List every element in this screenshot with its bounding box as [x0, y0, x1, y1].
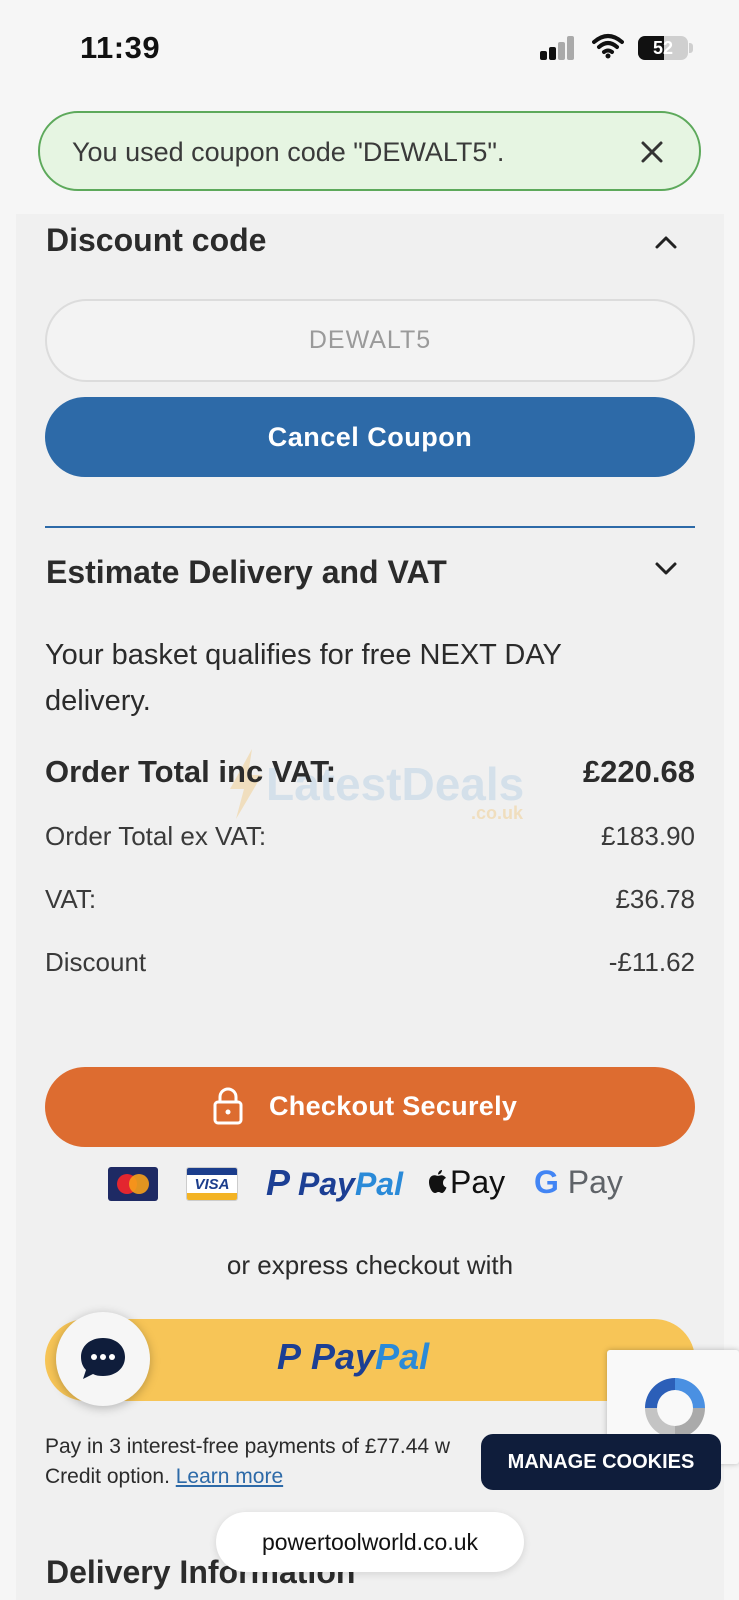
mastercard-icon	[108, 1167, 158, 1201]
order-total-ex-vat-value: £183.90	[601, 821, 695, 851]
close-icon[interactable]	[639, 139, 665, 165]
discount-code-input[interactable]	[45, 299, 695, 382]
browser-url-bar[interactable]: powertoolworld.co.uk	[216, 1512, 524, 1572]
order-total-ex-vat-label: Order Total ex VAT:	[45, 821, 267, 851]
status-time: 11:39	[80, 30, 161, 65]
discount-row: Discount -£11.62	[45, 947, 695, 987]
vat-value: £36.78	[615, 884, 695, 914]
battery-tip	[689, 43, 693, 53]
chat-button[interactable]	[56, 1312, 150, 1406]
chat-bubble-icon	[81, 1338, 125, 1379]
chevron-down-icon[interactable]	[654, 561, 678, 577]
discount-code-title: Discount code	[46, 222, 267, 258]
battery-percent: 52	[652, 38, 674, 58]
checkout-securely-button[interactable]: Checkout Securely	[45, 1067, 695, 1147]
paypal-pay-text: Pay	[298, 1166, 355, 1202]
section-divider	[45, 526, 695, 528]
discount-value: -£11.62	[608, 947, 695, 977]
checkout-label: Checkout Securely	[269, 1091, 518, 1121]
paypal-logo-icon: P PayPal	[277, 1336, 430, 1377]
google-g-text: G	[534, 1164, 559, 1200]
apple-pay-text: Pay	[450, 1164, 506, 1200]
cancel-coupon-button[interactable]: Cancel Coupon	[45, 397, 695, 477]
payment-methods: VISA P PayPal Pay G Pay	[16, 1152, 724, 1212]
paypal-logo-icon: P PayPal	[266, 1162, 403, 1203]
coupon-success-banner: You used coupon code "DEWALT5".	[38, 111, 701, 191]
paypal-express-pal: Pal	[375, 1336, 430, 1377]
vat-row: VAT: £36.78	[45, 884, 695, 924]
discount-label: Discount	[45, 947, 147, 977]
order-total-inc-vat-value: £220.68	[582, 754, 695, 789]
battery-icon: 52	[638, 36, 688, 60]
visa-icon: VISA	[186, 1167, 238, 1201]
google-pay-text: Pay	[567, 1164, 623, 1200]
coupon-success-message: You used coupon code "DEWALT5".	[72, 137, 505, 167]
paypal-credit-info: Pay in 3 interest-free payments of £77.4…	[45, 1432, 505, 1492]
learn-more-link[interactable]: Learn more	[176, 1465, 283, 1488]
paypal-express-pay: Pay	[311, 1336, 376, 1377]
google-pay-icon: G Pay	[534, 1164, 623, 1201]
visa-text: VISA	[194, 1176, 230, 1193]
estimate-delivery-title: Estimate Delivery and VAT	[46, 554, 447, 590]
wifi-icon	[592, 33, 624, 59]
manage-cookies-button[interactable]: MANAGE COOKIES	[481, 1434, 721, 1490]
cellular-signal-icon	[540, 36, 576, 60]
status-bar: 11:39 52	[0, 0, 739, 90]
order-total-inc-vat-row: Order Total inc VAT: £220.68	[45, 754, 695, 794]
free-delivery-note: Your basket qualifies for free NEXT DAY …	[45, 639, 562, 717]
lock-icon	[213, 1087, 243, 1125]
paypal-credit-text-2: Credit option.	[45, 1465, 170, 1488]
paypal-credit-text: Pay in 3 interest-free payments of £77.4…	[45, 1435, 451, 1458]
order-total-ex-vat-row: Order Total ex VAT: £183.90	[45, 821, 695, 861]
express-checkout-label: or express checkout with	[226, 1250, 514, 1280]
paypal-pal-text: Pal	[354, 1166, 403, 1202]
order-total-inc-vat-label: Order Total inc VAT:	[45, 754, 337, 789]
vat-label: VAT:	[45, 884, 97, 914]
chevron-up-icon[interactable]	[654, 234, 678, 250]
apple-pay-icon: Pay	[426, 1164, 505, 1201]
